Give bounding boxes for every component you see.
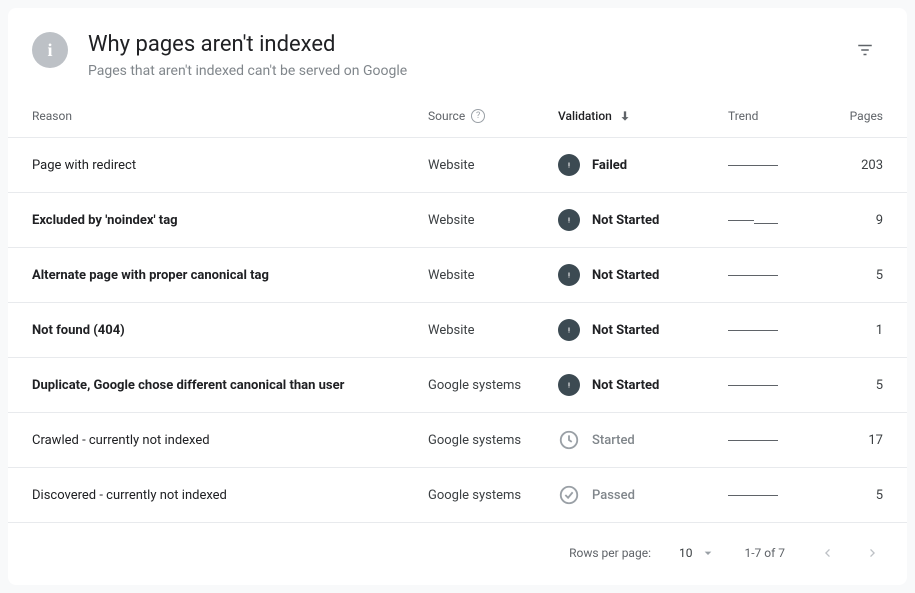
alert-icon: [558, 319, 580, 341]
table-row[interactable]: Crawled - currently not indexedGoogle sy…: [8, 413, 907, 468]
cell-reason: Discovered - currently not indexed: [32, 488, 428, 503]
table-header-row: Reason Source ? Validation Trend Pages: [8, 99, 907, 138]
column-header-pages[interactable]: Pages: [808, 109, 883, 123]
cell-validation: Started: [558, 429, 728, 451]
cell-source: Website: [428, 213, 558, 228]
cell-pages: 5: [808, 268, 883, 283]
cell-source: Website: [428, 268, 558, 283]
alert-icon: [558, 154, 580, 176]
dropdown-icon: [700, 545, 716, 561]
cell-reason: Excluded by 'noindex' tag: [32, 213, 428, 228]
cell-source: Website: [428, 323, 558, 338]
validation-status: Started: [592, 433, 635, 448]
cell-trend: [728, 270, 808, 280]
validation-status: Not Started: [592, 213, 659, 228]
cell-trend: [728, 215, 808, 225]
alert-icon: [558, 264, 580, 286]
column-header-source[interactable]: Source ?: [428, 109, 558, 123]
cell-trend: [728, 160, 808, 170]
trend-sparkline: [728, 435, 778, 445]
cell-pages: 5: [808, 378, 883, 393]
next-page-button[interactable]: [859, 539, 887, 567]
trend-sparkline: [728, 215, 778, 225]
validation-status: Failed: [592, 158, 627, 173]
card-title: Why pages aren't indexed: [88, 32, 827, 57]
cell-source: Google systems: [428, 433, 558, 448]
cell-reason: Page with redirect: [32, 158, 428, 173]
prev-page-button[interactable]: [813, 539, 841, 567]
cell-trend: [728, 380, 808, 390]
trend-sparkline: [728, 380, 778, 390]
table-row[interactable]: Alternate page with proper canonical tag…: [8, 248, 907, 303]
trend-sparkline: [728, 270, 778, 280]
cell-reason: Alternate page with proper canonical tag: [32, 268, 428, 283]
clock-icon: [558, 429, 580, 451]
rows-per-page-value: 10: [679, 546, 693, 560]
rows-per-page-select[interactable]: 10: [679, 545, 717, 561]
cell-reason: Not found (404): [32, 323, 428, 338]
table-row[interactable]: Duplicate, Google chose different canoni…: [8, 358, 907, 413]
table-body: Page with redirectWebsiteFailed203Exclud…: [8, 138, 907, 523]
cell-validation: Not Started: [558, 264, 728, 286]
cell-reason: Crawled - currently not indexed: [32, 433, 428, 448]
card-subtitle: Pages that aren't indexed can't be serve…: [88, 63, 827, 79]
column-header-trend[interactable]: Trend: [728, 109, 808, 123]
filter-button[interactable]: [847, 32, 883, 68]
trend-sparkline: [728, 160, 778, 170]
info-icon: i: [32, 32, 68, 68]
chevron-right-icon: [865, 545, 881, 561]
cell-source: Google systems: [428, 378, 558, 393]
cell-trend: [728, 490, 808, 500]
cell-source: Google systems: [428, 488, 558, 503]
cell-validation: Passed: [558, 484, 728, 506]
cell-pages: 17: [808, 433, 883, 448]
cell-pages: 1: [808, 323, 883, 338]
rows-per-page-label: Rows per page:: [569, 546, 651, 560]
cell-trend: [728, 435, 808, 445]
validation-status: Not Started: [592, 378, 659, 393]
check-circle-icon: [558, 484, 580, 506]
cell-validation: Not Started: [558, 319, 728, 341]
card-header: i Why pages aren't indexed Pages that ar…: [8, 8, 907, 99]
table-row[interactable]: Discovered - currently not indexedGoogle…: [8, 468, 907, 523]
table-row[interactable]: Excluded by 'noindex' tagWebsite Not Star…: [8, 193, 907, 248]
column-header-validation[interactable]: Validation: [558, 109, 728, 123]
column-header-source-label: Source: [428, 109, 465, 123]
cell-trend: [728, 325, 808, 335]
trend-sparkline: [728, 490, 778, 500]
trend-sparkline: [728, 325, 778, 335]
validation-status: Passed: [592, 488, 635, 503]
validation-status: Not Started: [592, 323, 659, 338]
table-row[interactable]: Page with redirectWebsite Failed 203: [8, 138, 907, 193]
cell-validation: Not Started: [558, 374, 728, 396]
pagination-nav: [813, 539, 887, 567]
cell-source: Website: [428, 158, 558, 173]
sort-descending-icon: [618, 109, 632, 123]
cell-pages: 9: [808, 213, 883, 228]
cell-pages: 203: [808, 158, 883, 173]
table-row[interactable]: Not found (404)Website Not Started 1: [8, 303, 907, 358]
header-text: Why pages aren't indexed Pages that aren…: [88, 32, 827, 79]
pagination-range: 1-7 of 7: [744, 546, 785, 560]
filter-icon: [856, 41, 874, 59]
indexing-reasons-card: i Why pages aren't indexed Pages that ar…: [8, 8, 907, 585]
help-icon[interactable]: ?: [471, 109, 485, 123]
cell-validation: Failed: [558, 154, 728, 176]
cell-pages: 5: [808, 488, 883, 503]
column-header-reason[interactable]: Reason: [32, 109, 428, 123]
cell-validation: Not Started: [558, 209, 728, 231]
alert-icon: [558, 374, 580, 396]
alert-icon: [558, 209, 580, 231]
cell-reason: Duplicate, Google chose different canoni…: [32, 378, 428, 393]
column-header-validation-label: Validation: [558, 109, 612, 123]
table-footer: Rows per page: 10 1-7 of 7: [8, 523, 907, 575]
chevron-left-icon: [819, 545, 835, 561]
validation-status: Not Started: [592, 268, 659, 283]
